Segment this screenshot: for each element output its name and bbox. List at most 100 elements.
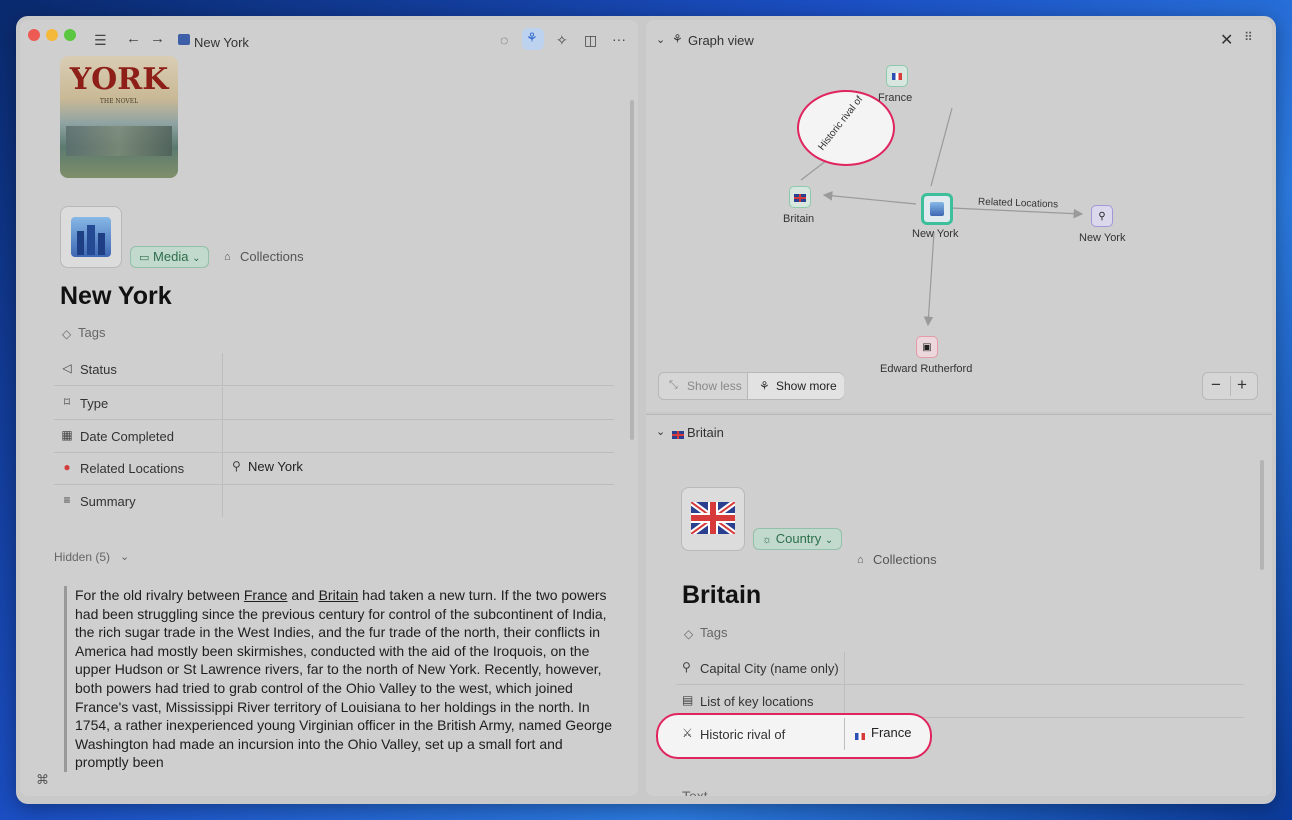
- lightbulb-icon: ☼: [762, 534, 773, 546]
- cover-title: YORK: [69, 62, 169, 97]
- zoom-window-button[interactable]: [64, 29, 76, 41]
- tag-icon: ◇: [684, 627, 694, 641]
- node-newyork-center[interactable]: [921, 193, 953, 225]
- collapse-arrows-icon: ⤡: [669, 379, 678, 391]
- tags-field[interactable]: Tags: [700, 625, 727, 640]
- uk-flag-large-icon: [691, 502, 735, 534]
- city-buildings-icon: [930, 202, 944, 216]
- pin-icon: ⚲: [682, 660, 691, 674]
- node-label-france[interactable]: France: [878, 92, 912, 104]
- body-text: and: [287, 587, 319, 603]
- property-label: Status: [80, 362, 117, 377]
- related-location-value[interactable]: New York: [248, 459, 303, 474]
- collections-icon: ⌂: [224, 251, 231, 263]
- property-row-capital-city[interactable]: ⚲ Capital City (name only): [676, 652, 1244, 685]
- location-pin-icon: ●: [63, 460, 71, 474]
- property-row-status[interactable]: ◁ Status: [54, 353, 614, 386]
- france-link[interactable]: France: [244, 587, 288, 603]
- toolbar-page-title[interactable]: New York: [194, 35, 249, 50]
- minimize-window-button[interactable]: [46, 29, 58, 41]
- show-more-button[interactable]: ⚘ Show more: [747, 373, 844, 399]
- fencing-icon: ⚔: [682, 726, 693, 740]
- more-options-icon[interactable]: ···: [612, 31, 626, 47]
- node-label-britain[interactable]: Britain: [783, 213, 814, 225]
- close-window-button[interactable]: [28, 29, 40, 41]
- body-text: had taken a new turn. If the two powers …: [75, 587, 612, 771]
- show-less-button[interactable]: ⤡ Show less: [659, 373, 747, 399]
- property-row-related-locations[interactable]: ● Related Locations ⚲ New York: [54, 452, 614, 485]
- graph-toggle-button[interactable]: ⚘: [522, 28, 544, 50]
- property-row-historic-rival[interactable]: ⚔ Historic rival of France: [676, 718, 1244, 750]
- uk-flag-icon: [794, 193, 806, 202]
- quote-body[interactable]: For the old rivalry between France and B…: [75, 586, 620, 772]
- property-label: List of key locations: [700, 694, 814, 709]
- linked-page-title[interactable]: Britain: [682, 581, 761, 610]
- hidden-properties-toggle[interactable]: Hidden (5): [54, 550, 110, 564]
- linked-page-panel: ⌄ Britain ☼ Country ⌄ ⌂ Collections Brit…: [646, 414, 1272, 796]
- cover-subtitle: THE NOVEL: [99, 98, 139, 105]
- person-icon: ▣: [922, 342, 932, 353]
- zoom-in-button[interactable]: +: [1237, 375, 1247, 395]
- collections-link[interactable]: Collections: [873, 552, 937, 567]
- send-icon: ◁: [62, 361, 72, 375]
- outline-icon[interactable]: ☰: [94, 32, 107, 48]
- chevron-down-icon[interactable]: ⌄: [656, 425, 665, 438]
- france-flag-icon: [855, 728, 865, 746]
- type-pill-media[interactable]: ▭ Media ⌄: [130, 246, 210, 268]
- left-pane: ☰ ← → New York ◌ ⚘ ✧ ◫ ··· YORK THE NOVE…: [20, 20, 638, 796]
- quote-bar: [64, 586, 67, 772]
- node-edward-rutherford[interactable]: ▣: [916, 336, 938, 358]
- type-pill-label: Media: [153, 249, 189, 264]
- property-row-summary[interactable]: ≡ Summary: [54, 485, 614, 517]
- property-label: Capital City (name only): [700, 661, 839, 676]
- back-arrow-icon[interactable]: ←: [126, 31, 141, 47]
- command-icon[interactable]: ⌘: [36, 772, 49, 788]
- right-pane: ⌄ ⚘ Graph view ✕ ⠿ Historic rival of Fra…: [646, 20, 1272, 796]
- graph-edges: [800, 107, 1084, 327]
- zoom-out-button[interactable]: −: [1211, 375, 1221, 395]
- sidebar-toggle-icon[interactable]: ◫: [584, 32, 597, 48]
- body-text: For the old rivalry between: [75, 587, 244, 603]
- edge-newyork-france: [930, 107, 953, 187]
- app-window: ☰ ← → New York ◌ ⚘ ✧ ◫ ··· YORK THE NOVE…: [16, 16, 1276, 804]
- tag-icon: ◇: [62, 327, 72, 341]
- collections-link[interactable]: Collections: [240, 249, 304, 264]
- node-britain[interactable]: [789, 186, 811, 208]
- scrollbar[interactable]: [1260, 460, 1264, 570]
- page-icon-frame[interactable]: [60, 206, 122, 268]
- france-flag-icon: [892, 73, 902, 81]
- forward-arrow-icon[interactable]: →: [150, 31, 165, 47]
- node-label-rutherford[interactable]: Edward Rutherford: [880, 363, 972, 375]
- node-france[interactable]: [886, 65, 908, 87]
- node-newyork-location[interactable]: ⚲: [1091, 205, 1113, 227]
- type-pill-country[interactable]: ☼ Country ⌄: [753, 528, 843, 550]
- uk-flag-icon: [672, 426, 684, 444]
- pin-icon: ⚲: [1098, 211, 1106, 222]
- historic-rival-value[interactable]: France: [871, 725, 911, 740]
- list-icon: ▤: [682, 693, 694, 707]
- node-label-newyork-center[interactable]: New York: [912, 228, 958, 240]
- type-pill-label: Country: [775, 531, 822, 546]
- zoom-controls: − +: [1202, 372, 1258, 400]
- linked-page-header[interactable]: Britain: [687, 425, 724, 440]
- tags-field[interactable]: Tags: [78, 325, 105, 340]
- britain-link[interactable]: Britain: [319, 587, 359, 603]
- chevron-down-icon: ⌄: [192, 253, 201, 264]
- property-row-date-completed[interactable]: ▦ Date Completed: [54, 420, 614, 453]
- collections-icon: ⌂: [857, 554, 864, 566]
- media-icon: ▭: [139, 252, 150, 264]
- node-label-newyork-location[interactable]: New York: [1079, 232, 1125, 244]
- cover-harbor-art: [66, 126, 172, 156]
- text-field-placeholder[interactable]: Text: [682, 788, 708, 796]
- country-icon-frame[interactable]: [681, 487, 745, 551]
- property-row-type[interactable]: ⌑ Type: [54, 387, 614, 420]
- sync-icon[interactable]: ◌: [500, 32, 508, 48]
- scrollbar[interactable]: [630, 100, 634, 440]
- pin-icon: ⚲: [232, 459, 241, 473]
- bookmark-icon: ⌑: [63, 395, 71, 409]
- chevron-down-icon: ⌄: [120, 551, 130, 563]
- page-title[interactable]: New York: [60, 282, 172, 311]
- pin-icon[interactable]: ✧: [556, 32, 568, 48]
- property-label: Type: [80, 396, 109, 411]
- property-label: Date Completed: [80, 429, 174, 444]
